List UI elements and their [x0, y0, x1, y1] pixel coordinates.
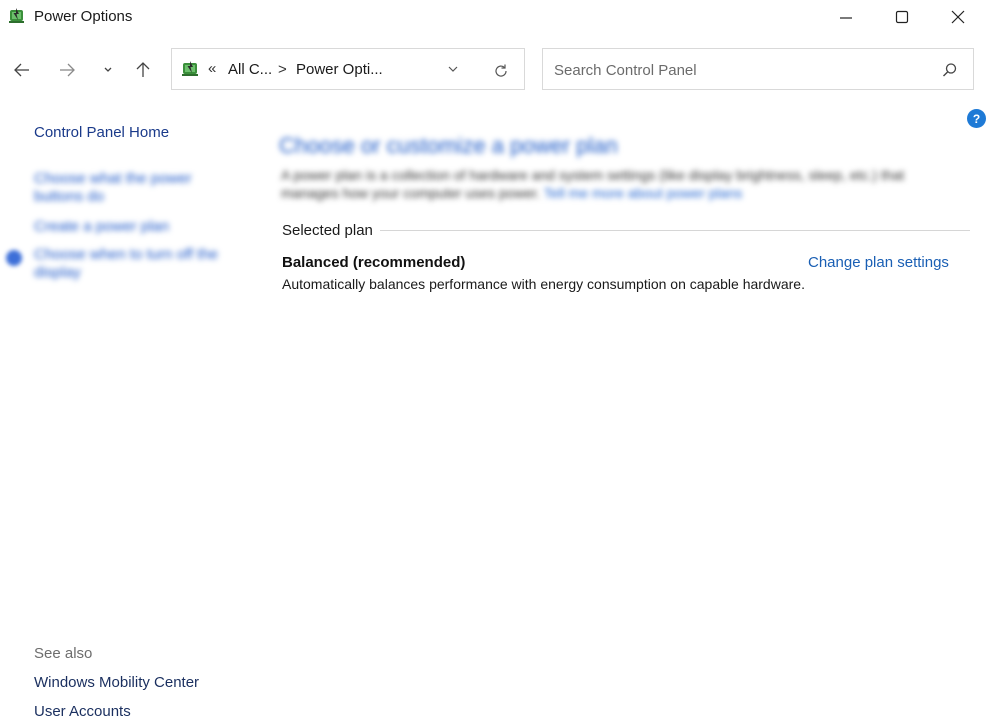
address-dropdown-button[interactable] [444, 60, 462, 78]
search-input[interactable] [552, 58, 926, 82]
sidebar-link-create-plan[interactable]: Create a power plan [34, 218, 169, 235]
breadcrumb-power-options[interactable]: Power Opti... [296, 61, 383, 78]
refresh-button[interactable] [490, 60, 512, 82]
power-options-window: Power Options « All C... > Power Opti...… [0, 0, 986, 726]
maximize-icon [895, 10, 909, 24]
sidebar-link-power-buttons[interactable]: Choose what the power buttons do [34, 170, 204, 206]
close-button[interactable] [930, 0, 986, 34]
change-plan-settings-link[interactable]: Change plan settings [808, 254, 949, 271]
breadcrumb-all-control-panel[interactable]: All C... [228, 61, 272, 78]
see-also-header: See also [34, 645, 93, 662]
title-bar: Power Options [0, 0, 986, 34]
windows-mobility-center-link[interactable]: Windows Mobility Center [34, 674, 199, 691]
shield-icon [6, 250, 22, 266]
chevron-down-icon [448, 66, 458, 72]
plan-name: Balanced (recommended) [282, 254, 466, 271]
maximize-button[interactable] [874, 0, 930, 34]
window-title: Power Options [34, 8, 133, 25]
help-button[interactable]: ? [967, 109, 986, 128]
power-options-icon [9, 8, 24, 23]
section-divider [380, 230, 970, 231]
breadcrumb-overflow[interactable]: « [208, 60, 216, 77]
forward-button[interactable] [55, 58, 79, 82]
search-box[interactable] [542, 48, 974, 90]
power-plans-info-link[interactable]: Tell me more about power plans [544, 185, 742, 201]
user-accounts-link[interactable]: User Accounts [34, 703, 131, 720]
minimize-icon [840, 17, 852, 19]
recent-locations-button[interactable] [96, 58, 120, 82]
arrow-right-icon [60, 63, 75, 77]
plan-description: Automatically balances performance with … [282, 276, 805, 292]
page-title: Choose or customize a power plan [279, 133, 618, 158]
search-icon [943, 63, 957, 77]
up-button[interactable] [131, 58, 155, 82]
refresh-icon [495, 64, 507, 77]
breadcrumb-separator[interactable]: > [278, 61, 287, 78]
arrow-left-icon [14, 63, 29, 77]
chevron-down-icon [104, 67, 112, 72]
control-panel-home-link[interactable]: Control Panel Home [34, 124, 169, 141]
minimize-button[interactable] [818, 0, 874, 34]
address-bar[interactable]: « All C... > Power Opti... [171, 48, 525, 90]
close-icon [951, 10, 965, 24]
page-description: A power plan is a collection of hardware… [281, 166, 961, 202]
arrow-up-icon [136, 62, 150, 77]
back-button[interactable] [10, 58, 34, 82]
selected-plan-label: Selected plan [282, 222, 373, 239]
power-options-icon [182, 61, 198, 76]
sidebar-link-turn-off-display[interactable]: Choose when to turn off the display [34, 246, 234, 282]
